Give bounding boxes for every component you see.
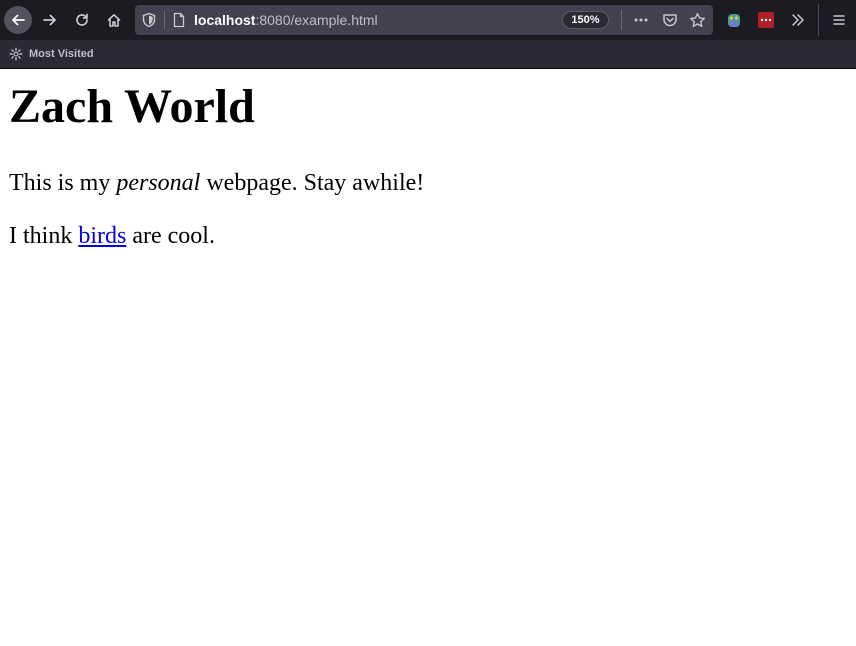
toolbar-divider [818, 4, 819, 36]
zoom-level-badge[interactable]: 150% [562, 11, 609, 29]
birds-text-end: are cool. [126, 223, 215, 249]
home-button[interactable] [100, 6, 128, 34]
toolbar-overflow-button[interactable] [788, 10, 808, 30]
extension-button-2[interactable] [756, 10, 776, 30]
arrow-right-icon [43, 14, 56, 26]
page-actions-button[interactable] [631, 10, 651, 30]
bookmark-label: Most Visited [29, 48, 94, 60]
back-button[interactable] [4, 6, 32, 34]
reload-icon [76, 13, 88, 26]
birds-link[interactable]: birds [78, 223, 126, 249]
intro-paragraph: This is my personal webpage. Stay awhile… [9, 169, 424, 197]
extension-password-icon [758, 12, 774, 28]
gear-icon [9, 47, 23, 61]
hamburger-menu-icon [833, 15, 845, 25]
home-icon [107, 14, 121, 27]
birds-paragraph: I think birds are cool. [9, 222, 215, 250]
pocket-button[interactable] [660, 10, 680, 30]
app-menu-button[interactable] [829, 10, 849, 30]
shield-icon[interactable] [141, 12, 157, 28]
emphasis-text: personal [116, 170, 201, 196]
page-title: Zach World [9, 80, 255, 133]
pocket-icon [663, 14, 677, 27]
bookmark-most-visited[interactable]: Most Visited [9, 46, 94, 62]
chevron-double-right-icon [792, 14, 804, 26]
page-icon[interactable] [171, 12, 187, 28]
reload-button[interactable] [68, 6, 96, 34]
intro-text-start: This is my [9, 170, 117, 196]
more-dots-icon [634, 18, 648, 22]
extension-button-1[interactable] [724, 10, 744, 30]
arrow-left-icon [12, 14, 25, 26]
intro-text-end: webpage. Stay awhile! [200, 170, 425, 196]
url-host: localhost [194, 12, 256, 28]
extension-mascot-icon [728, 14, 740, 27]
address-bar-divider [164, 11, 165, 29]
browser-chrome: localhost:8080/example.html 150% Most Vi… [0, 0, 856, 69]
page-content: Zach World This is my personal webpage. … [0, 69, 856, 646]
bookmark-star-button[interactable] [687, 10, 707, 30]
url-path: :8080/example.html [255, 12, 378, 28]
star-icon [689, 12, 705, 27]
navigation-toolbar: localhost:8080/example.html 150% [0, 0, 856, 40]
address-bar[interactable]: localhost:8080/example.html 150% [135, 5, 713, 35]
url-text[interactable]: localhost:8080/example.html [194, 11, 378, 29]
page-actions-divider [621, 10, 622, 30]
forward-button[interactable] [36, 6, 64, 34]
bookmarks-toolbar [0, 40, 856, 68]
birds-text-start: I think [9, 223, 79, 249]
